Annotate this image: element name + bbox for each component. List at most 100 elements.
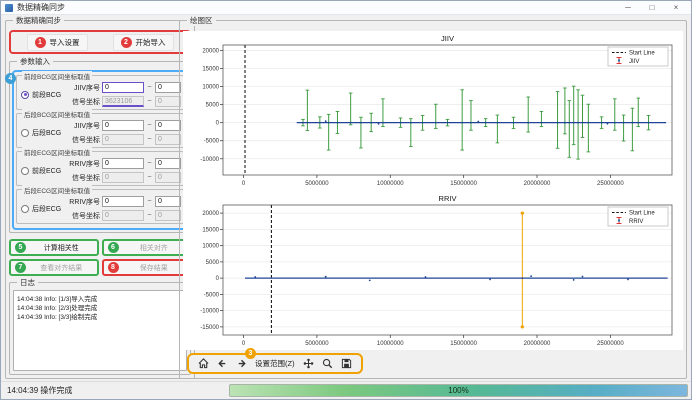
svg-text:-10000: -10000 [200,309,219,315]
param-input-end [155,96,181,107]
action-button-6[interactable]: 6相关对齐 [102,239,192,256]
radio-前段BCG[interactable]: 前段BCG [19,90,67,100]
radio-后段BCG[interactable]: 后段BCG [19,128,67,138]
param-input-end[interactable] [155,82,181,93]
svg-text:Start Line: Start Line [629,211,655,217]
log-line: 14:04:39 Info: [3/3]绘制完成 [17,313,183,322]
svg-text:15000: 15000 [202,227,219,233]
action-button-label: 查看对齐结果 [29,263,94,273]
param-input-end [155,172,181,183]
param-input-start[interactable] [102,158,144,169]
param-input-start[interactable] [102,82,144,93]
radio-前段ECG[interactable]: 前段ECG [19,166,67,176]
action-button-label: 计算相关性 [29,243,94,253]
svg-text:JIIV: JIIV [441,34,454,43]
svg-text:0: 0 [216,276,220,282]
step-badge-5: 5 [15,242,26,253]
chart-RRIV[interactable]: -15000-10000-500005000100001500020000050… [183,192,679,349]
step-badge-4: 4 [5,73,16,84]
sync-groupbox-title: 数据精确同步 [13,15,64,26]
import-button-1[interactable]: 1导入设置 [27,34,88,51]
param-row: 信号坐标~ [67,172,181,183]
svg-text:5000: 5000 [206,103,220,109]
param-row: 信号坐标~ [67,210,181,221]
param-section-1: 前段BCG区间坐标取值前段BCGJIIV序号~信号坐标~ [16,75,184,110]
save-icon[interactable] [339,356,354,371]
param-label: RRIV序号 [67,197,100,207]
param-label: RRIV序号 [67,159,100,169]
param-row: JIIV序号 ~ [67,82,181,93]
range-separator: ~ [146,160,153,167]
svg-text:-5000: -5000 [204,139,220,145]
log-output[interactable]: 14:04:38 Info: [1/3]导入完成14:04:38 Info: [… [13,290,187,371]
minimize-button[interactable]: ─ [617,2,639,14]
param-input-start[interactable] [102,196,144,207]
svg-text:0: 0 [242,181,246,187]
range-separator: ~ [146,84,153,91]
param-input-end [155,210,181,221]
params-groupbox-title: 参数输入 [17,56,53,67]
home-icon[interactable] [196,356,211,371]
sync-groupbox: 数据精确同步 1导入设置2开始导入 参数输入 4 前段BCG区间坐标取值前段BC… [5,20,195,379]
svg-text:10000: 10000 [202,244,219,250]
param-row: RRIV序号 ~ [67,158,181,169]
param-input-end[interactable] [155,196,181,207]
chart-JIIV[interactable]: -10000-500005000100001500020000050000001… [183,32,679,189]
param-label: JIIV序号 [67,83,100,93]
status-message: 14:04:39 操作完成 [7,385,229,396]
radio-后段ECG[interactable]: 后段ECG [19,204,67,214]
range-separator: ~ [146,136,153,143]
import-button-row: 1导入设置 2开始导入 [9,30,191,54]
back-icon[interactable] [215,356,230,371]
close-button[interactable]: × [665,2,687,14]
maximize-button[interactable]: □ [641,2,663,14]
svg-text:20000: 20000 [202,48,219,54]
radio-button[interactable] [21,167,29,175]
step-badge-3: 3 [245,348,256,359]
param-input-start[interactable] [102,120,144,131]
range-separator: ~ [146,98,153,105]
param-row: RRIV序号 ~ [67,196,181,207]
svg-text:5000000: 5000000 [305,341,329,347]
figure-canvas[interactable]: -10000 -5000 0 5000 10000 15000 20000 0 5000000 1… [183,31,683,350]
set-range-button[interactable]: 设置范围(Z) [253,358,297,369]
param-section-4: 后段ECG区间坐标取值后段ECGRRIV序号~信号坐标~ [16,189,184,224]
action-button-5[interactable]: 5计算相关性 [9,239,99,256]
action-button-7[interactable]: 7查看对齐结果 [9,259,99,276]
import-button-label: 开始导入 [136,37,166,48]
svg-text:15000000: 15000000 [450,341,477,347]
log-line: 14:04:38 Info: [2/3]处理完成 [17,304,183,313]
param-section-title: 前段BCG区间坐标取值 [22,71,92,81]
param-row: 信号坐标~ [67,134,181,145]
range-separator: ~ [146,198,153,205]
app-window: 数据精确同步 ─ □ × 数据精确同步 1导入设置2开始导入 参数输入 4 前段… [0,0,692,400]
param-input-end[interactable] [155,158,181,169]
param-input-start [102,172,144,183]
param-input-start [102,134,144,145]
app-icon [5,4,13,12]
svg-text:RRIV: RRIV [629,219,643,225]
radio-button[interactable] [21,205,29,213]
param-input-end[interactable] [155,120,181,131]
radio-label: 后段ECG [32,204,61,214]
svg-text:20000000: 20000000 [524,181,551,187]
plot-groupbox-title: 绘图区 [187,15,216,26]
radio-button[interactable] [21,91,29,99]
action-button-8[interactable]: 8保存结果 [102,259,192,276]
param-label: 信号坐标 [67,211,100,221]
statusbar: 14:04:39 操作完成 100% [1,381,691,399]
svg-text:-5000: -5000 [204,292,220,298]
plot-panel: 绘图区 -10000 -5000 0 5000 10000 15000 20000 0 5000… [177,15,691,381]
import-button-label: 导入设置 [50,37,80,48]
progress-bar: 100% [229,384,688,397]
svg-text:5000000: 5000000 [305,181,329,187]
step-badge-8: 8 [108,262,119,273]
import-button-2[interactable]: 2开始导入 [113,34,174,51]
radio-button[interactable] [21,129,29,137]
radio-label: 前段BCG [32,90,61,100]
svg-text:0: 0 [216,121,220,127]
param-section-3: 前段ECG区间坐标取值前段ECGRRIV序号~信号坐标~ [16,151,184,186]
plot-toolbar: 3 设置范围(Z) [187,353,363,374]
zoom-icon[interactable] [320,356,335,371]
pan-icon[interactable] [301,356,316,371]
